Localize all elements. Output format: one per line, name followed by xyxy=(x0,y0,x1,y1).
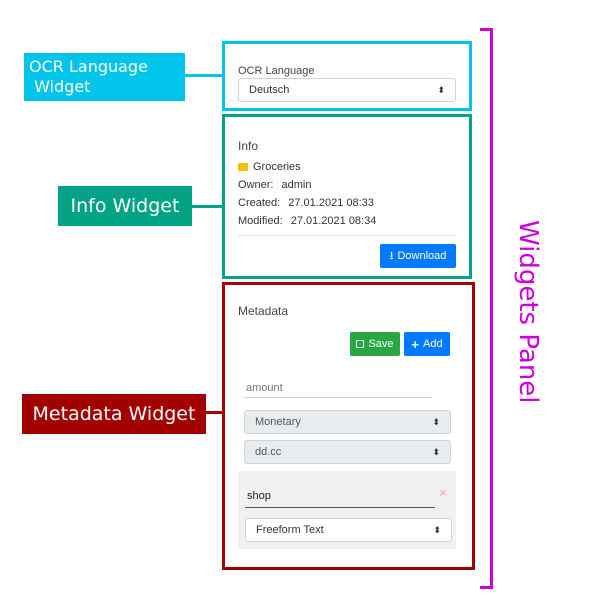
field-name-input[interactable]: shop xyxy=(245,488,435,508)
field-type-value: Monetary xyxy=(255,416,301,428)
ocr-connector xyxy=(185,74,223,77)
info-widget: Info Groceries Owner: admin Created: 27.… xyxy=(222,114,472,279)
add-button[interactable]: + Add xyxy=(404,332,450,356)
info-owner-row: Owner: admin xyxy=(238,179,312,191)
info-callout: Info Widget xyxy=(58,186,192,226)
created-label: Created: xyxy=(238,197,281,209)
field-name-input[interactable] xyxy=(244,378,432,398)
info-title: Info xyxy=(238,139,259,153)
remove-field-icon[interactable]: × xyxy=(439,485,447,500)
info-folder-row: Groceries xyxy=(238,161,301,173)
info-created-row: Created: 27.01.2021 08:33 xyxy=(238,197,374,209)
download-icon: ⭳ xyxy=(389,249,394,262)
field-type-value: Freeform Text xyxy=(256,524,324,536)
metadata-callout-label: Metadata Widget xyxy=(32,403,196,425)
field-type-select[interactable]: Monetary ⬍ xyxy=(244,410,451,434)
created-value: 27.01.2021 08:33 xyxy=(288,197,374,209)
modified-value: 27.01.2021 08:34 xyxy=(290,215,377,227)
ocr-language-select[interactable]: Deutsch ⬍ xyxy=(238,78,456,102)
ocr-language-label: OCR Language xyxy=(238,65,315,77)
add-label: Add xyxy=(423,338,443,350)
ocr-callout-line2: Widget xyxy=(29,77,91,96)
modified-label: Modified: xyxy=(238,215,283,227)
folder-icon xyxy=(238,163,248,171)
metadata-callout: Metadata Widget xyxy=(22,394,206,434)
download-button[interactable]: ⭳ Download xyxy=(380,244,456,268)
save-label: Save xyxy=(368,338,394,350)
field-format-select[interactable]: dd.cc ⬍ xyxy=(244,440,451,464)
metadata-field-card: shop × Freeform Text ⬍ xyxy=(238,471,456,549)
ocr-callout-line1: OCR Language xyxy=(29,57,148,76)
field-name-value: shop xyxy=(247,490,271,502)
info-folder-name[interactable]: Groceries xyxy=(253,161,301,173)
field-type-select[interactable]: Freeform Text ⬍ xyxy=(245,518,452,542)
panel-label-text: Widgets Panel xyxy=(513,220,543,404)
select-caret-icon: ⬍ xyxy=(433,524,441,535)
info-modified-row: Modified: 27.01.2021 08:34 xyxy=(238,215,376,227)
ocr-language-callout: OCR Language Widget xyxy=(24,53,185,101)
download-label: Download xyxy=(397,250,447,262)
info-callout-label: Info Widget xyxy=(70,195,180,217)
owner-value: admin xyxy=(281,179,312,191)
ocr-language-widget: OCR Language Deutsch ⬍ xyxy=(222,41,472,111)
select-caret-icon: ⬍ xyxy=(432,446,440,457)
select-caret-icon: ⬍ xyxy=(432,416,440,427)
info-connector xyxy=(192,205,224,208)
metadata-widget: Metadata Save + Add Monetary ⬍ dd.cc ⬍ s… xyxy=(222,282,475,570)
plus-icon: + xyxy=(411,336,419,352)
select-caret-icon: ⬍ xyxy=(437,84,445,95)
field-format-value: dd.cc xyxy=(255,446,282,458)
metadata-title: Metadata xyxy=(238,304,289,318)
panel-label: Widgets Panel xyxy=(506,220,546,440)
ocr-language-value: Deutsch xyxy=(249,84,290,96)
owner-label: Owner: xyxy=(238,179,274,191)
panel-bracket xyxy=(480,28,493,589)
info-divider xyxy=(238,235,456,236)
save-icon xyxy=(356,340,365,348)
save-button[interactable]: Save xyxy=(350,332,400,356)
